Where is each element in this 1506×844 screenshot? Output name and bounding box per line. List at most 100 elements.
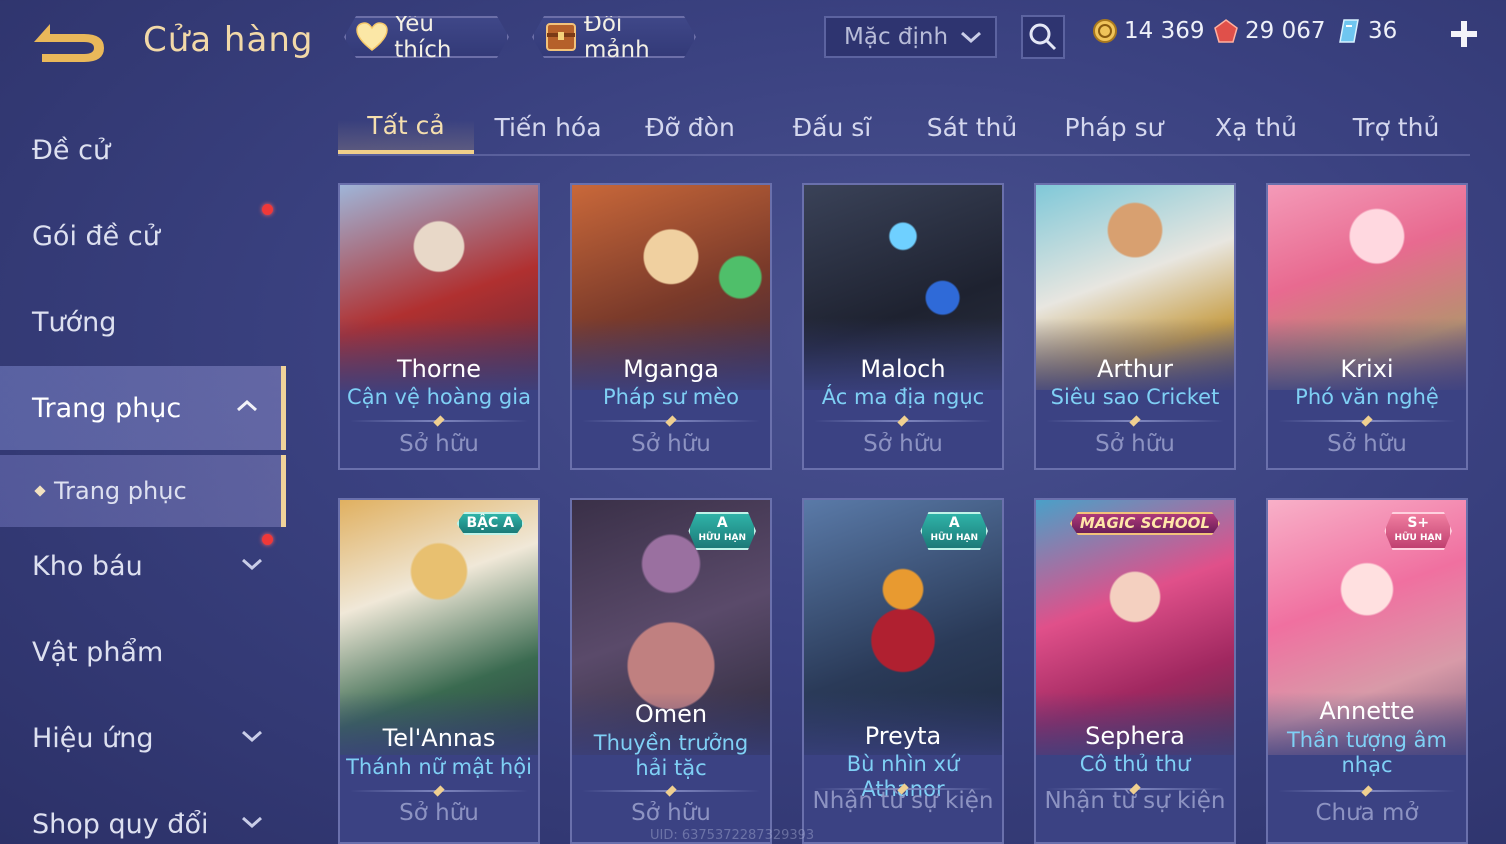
tier-badge: A HỮU HẠN bbox=[920, 512, 988, 550]
role-tabs: Tất cả Tiến hóa Đỡ đòn Đấu sĩ Sát thủ Ph… bbox=[338, 100, 1470, 156]
tier-badge-grade: S+ bbox=[1407, 515, 1430, 531]
skin-name: Cô thủ thư bbox=[1079, 752, 1191, 776]
sidebar-item-featured[interactable]: Đề cử bbox=[0, 108, 286, 192]
skin-name: Thần tượng âm nhạc bbox=[1286, 728, 1448, 777]
sidebar-item-exchange-shop[interactable]: Shop quy đổi bbox=[0, 782, 286, 844]
skin-card[interactable]: Maloch Ác ma địa ngục Sở hữu bbox=[802, 183, 1004, 470]
sidebar-item-label: Tướng bbox=[32, 306, 117, 338]
ownership-status: Sở hữu bbox=[399, 431, 479, 457]
sidebar-item-treasure[interactable]: Kho báu bbox=[0, 524, 286, 608]
chevron-down-icon bbox=[242, 816, 262, 829]
sidebar-subitem-skins[interactable]: Trang phục bbox=[0, 455, 286, 527]
skin-card[interactable]: Thorne Cận vệ hoàng gia Sở hữu bbox=[338, 183, 540, 470]
skin-card[interactable]: S+ HỮU HẠN Annette Thần tượng âm nhạc Chư… bbox=[1266, 498, 1468, 844]
skin-card[interactable]: A HỮU HẠN Omen Thuyền trưởng hải tặc Sở h… bbox=[570, 498, 772, 844]
favorite-button[interactable]: Yêu thích bbox=[344, 16, 509, 58]
skin-name: Pháp sư mèo bbox=[603, 385, 739, 409]
heart-icon bbox=[356, 20, 388, 54]
skin-card[interactable]: MAGIC SCHOOL Sephera Cô thủ thư Nhận từ … bbox=[1034, 498, 1236, 844]
search-button[interactable] bbox=[1021, 15, 1065, 59]
uid-watermark: UID: 6375372287329393 bbox=[650, 828, 815, 843]
skin-name: Thánh nữ mật hội bbox=[346, 755, 532, 779]
tier-badge-grade: A bbox=[948, 515, 960, 531]
chevron-down-icon bbox=[242, 730, 262, 743]
gold-coin-icon bbox=[1093, 19, 1117, 43]
sidebar-item-label: Gói đề cử bbox=[32, 220, 160, 252]
skin-name: Cận vệ hoàng gia bbox=[347, 385, 531, 409]
diamond-icon bbox=[1339, 19, 1359, 43]
shard-exchange-button[interactable]: Đổi mảnh bbox=[532, 16, 696, 58]
favorite-label: Yêu thích bbox=[394, 11, 452, 63]
chevron-down-icon bbox=[961, 31, 981, 44]
voucher-balance: 29 067 bbox=[1213, 18, 1325, 44]
tier-badge-note: HỮU HẠN bbox=[930, 533, 978, 543]
ownership-status: Sở hữu bbox=[863, 431, 943, 457]
shard-label: Đổi mảnh bbox=[584, 11, 650, 63]
voucher-value: 29 067 bbox=[1245, 18, 1326, 44]
hero-name: Arthur bbox=[1097, 355, 1173, 383]
tab-warrior[interactable]: Đấu sĩ bbox=[764, 100, 900, 154]
skin-name: Siêu sao Cricket bbox=[1050, 385, 1220, 409]
tier-badge: BẬC A bbox=[457, 512, 525, 535]
sidebar-item-heroes[interactable]: Tướng bbox=[0, 280, 286, 364]
tab-mage[interactable]: Pháp sư bbox=[1046, 100, 1182, 154]
tier-badge-grade: A bbox=[716, 515, 728, 531]
ownership-status: Chưa mở bbox=[1315, 800, 1419, 826]
hero-name: Sephera bbox=[1085, 722, 1185, 750]
tab-marksman[interactable]: Xạ thủ bbox=[1188, 100, 1324, 154]
ownership-status: Sở hữu bbox=[1095, 431, 1175, 457]
ownership-status: Nhận từ sự kiện bbox=[1044, 788, 1226, 814]
ownership-status: Sở hữu bbox=[1327, 431, 1407, 457]
diamond-balance: 36 bbox=[1336, 18, 1397, 44]
hero-name: Mganga bbox=[623, 355, 719, 383]
tab-assassin[interactable]: Sát thủ bbox=[904, 100, 1040, 154]
sidebar-item-skins[interactable]: Trang phục bbox=[0, 366, 286, 450]
magic-school-badge: MAGIC SCHOOL bbox=[1070, 512, 1220, 535]
skin-card[interactable]: BẬC A Tel'Annas Thánh nữ mật hội Sở hữu bbox=[338, 498, 540, 844]
gold-value: 14 369 bbox=[1124, 18, 1205, 44]
sidebar-item-items[interactable]: Vật phẩm bbox=[0, 610, 286, 694]
skin-card[interactable]: Mganga Pháp sư mèo Sở hữu bbox=[570, 183, 772, 470]
voucher-gem-icon bbox=[1214, 19, 1238, 43]
back-arrow-icon[interactable] bbox=[30, 18, 112, 66]
skin-card[interactable]: Arthur Siêu sao Cricket Sở hữu bbox=[1034, 183, 1236, 470]
bullet-diamond-icon bbox=[34, 485, 46, 497]
sidebar-item-bundles[interactable]: Gói đề cử bbox=[0, 194, 286, 278]
tab-all[interactable]: Tất cả bbox=[338, 100, 474, 154]
tab-tank[interactable]: Đỡ đòn bbox=[622, 100, 758, 154]
tab-support[interactable]: Trợ thủ bbox=[1328, 100, 1464, 154]
divider bbox=[814, 420, 992, 422]
ownership-status: Sở hữu bbox=[631, 431, 711, 457]
top-bar: Cửa hàng Yêu thích Đổi mảnh Mặc định 14 … bbox=[0, 0, 1506, 80]
tier-badge: A HỮU HẠN bbox=[688, 512, 756, 550]
notification-dot bbox=[262, 534, 273, 545]
skin-card[interactable]: Krixi Phó văn nghệ Sở hữu bbox=[1266, 183, 1468, 470]
ownership-status: Sở hữu bbox=[399, 800, 479, 826]
sidebar-item-label: Trang phục bbox=[54, 477, 187, 505]
hero-name: Maloch bbox=[860, 355, 946, 383]
chevron-up-icon bbox=[237, 399, 257, 412]
tab-evolution[interactable]: Tiến hóa bbox=[480, 100, 616, 154]
plus-icon[interactable] bbox=[1448, 18, 1480, 50]
divider bbox=[350, 420, 528, 422]
sidebar-item-effects[interactable]: Hiệu ứng bbox=[0, 696, 286, 780]
skin-card[interactable]: AHỮU HẠN Preyta Bù nhìn xứ Athanor Nhận … bbox=[802, 498, 1004, 844]
skin-name: Phó văn nghệ bbox=[1295, 385, 1439, 409]
divider bbox=[582, 420, 760, 422]
sort-dropdown[interactable]: Mặc định bbox=[824, 16, 997, 58]
hero-name: Krixi bbox=[1340, 355, 1394, 383]
hero-name: Thorne bbox=[397, 355, 481, 383]
skin-name: Ác ma địa ngục bbox=[821, 385, 985, 409]
treasure-chest-icon bbox=[544, 20, 578, 54]
divider bbox=[582, 790, 760, 792]
divider bbox=[1278, 790, 1456, 792]
sidebar-item-label: Vật phẩm bbox=[32, 636, 164, 668]
divider bbox=[1278, 420, 1456, 422]
hero-name: Omen bbox=[634, 700, 708, 728]
page-title: Cửa hàng bbox=[143, 20, 314, 60]
notification-dot bbox=[262, 204, 273, 215]
sidebar-item-label: Kho báu bbox=[32, 550, 143, 582]
sort-value: Mặc định bbox=[844, 24, 949, 50]
sidebar-item-label: Hiệu ứng bbox=[32, 722, 154, 754]
ownership-status: Nhận từ sự kiện bbox=[812, 788, 994, 814]
